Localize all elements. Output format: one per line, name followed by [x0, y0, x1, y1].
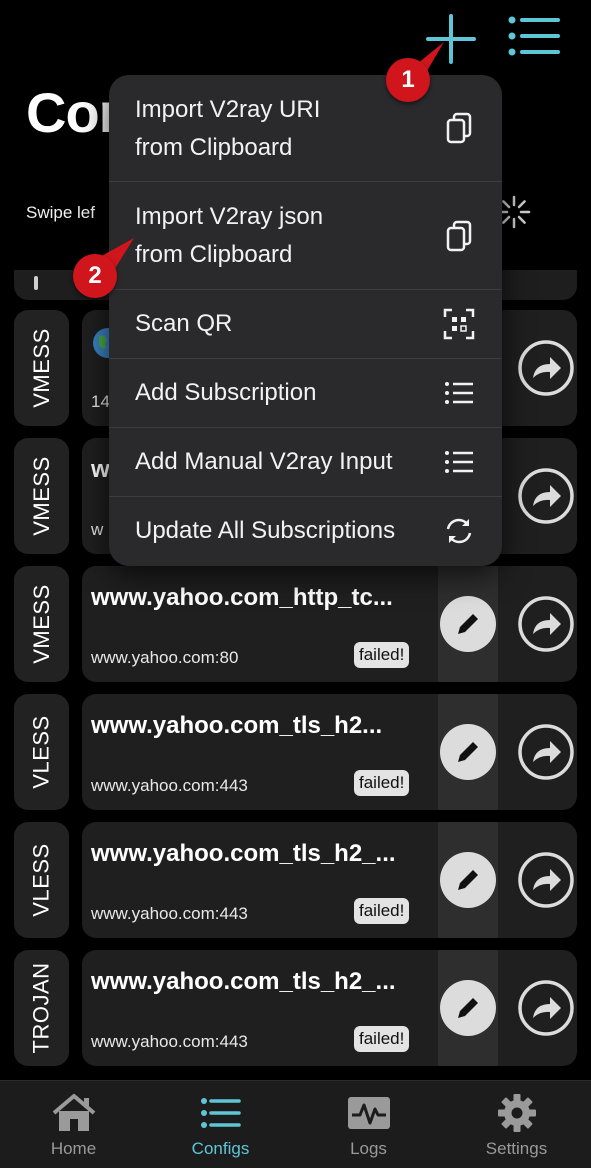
config-host: w: [91, 520, 104, 539]
config-host: 14: [91, 392, 110, 411]
clipboard-icon: [446, 112, 472, 144]
protocol-tag: VMESS: [14, 310, 69, 426]
config-host: www.yahoo.com:443: [91, 904, 248, 923]
pencil-icon: [458, 867, 481, 890]
config-row[interactable]: TROJAN www.yahoo.com_tls_h2_... www.yaho…: [14, 950, 577, 1066]
edit-button[interactable]: [438, 822, 498, 938]
clipboard-icon: [446, 220, 472, 252]
menu-item-label: from Clipboard: [135, 134, 293, 161]
menu-item-label: from Clipboard: [135, 241, 293, 268]
menu-item-scan-qr[interactable]: Scan QR: [109, 290, 502, 359]
status-badge: failed!: [354, 770, 410, 796]
share-arrow-icon: [518, 468, 574, 524]
connect-button[interactable]: [516, 850, 576, 910]
list-icon: [508, 16, 560, 56]
menu-item-label: Import V2ray json: [135, 203, 324, 230]
menu-button[interactable]: [502, 12, 564, 62]
config-name: www.yahoo.com_tls_h2_...: [91, 840, 396, 867]
sync-icon: [446, 518, 472, 544]
config-name: www.yahoo.com_tls_h2...: [91, 712, 383, 739]
pulse-icon: [347, 1097, 390, 1129]
qr-scan-icon: [443, 308, 475, 340]
protocol-tag: VLESS: [14, 822, 69, 938]
config-name: www.yahoo.com_http_tc...: [91, 584, 393, 611]
menu-item-update-subscriptions[interactable]: Update All Subscriptions: [109, 497, 502, 566]
menu-item-add-manual[interactable]: Add Manual V2ray Input: [109, 428, 502, 497]
add-config-menu: Import V2ray URI from Clipboard Import V2…: [109, 75, 502, 566]
home-icon: [52, 1094, 95, 1131]
protocol-tag: VLESS: [14, 694, 69, 810]
share-arrow-icon: [518, 724, 574, 780]
list-icon: [445, 451, 473, 473]
swipe-hint: Swipe lef: [26, 203, 95, 222]
menu-item-import-uri[interactable]: Import V2ray URI from Clipboard: [109, 75, 502, 182]
edit-button[interactable]: [438, 950, 498, 1066]
pencil-icon: [458, 995, 481, 1018]
protocol-tag: VMESS: [14, 438, 69, 554]
connect-button[interactable]: [516, 978, 576, 1038]
tab-logs[interactable]: Logs: [295, 1081, 442, 1168]
gear-icon: [497, 1094, 536, 1132]
connect-button[interactable]: [516, 466, 576, 526]
config-card[interactable]: www.yahoo.com_tls_h2_... www.yahoo.com:4…: [82, 950, 577, 1066]
config-card[interactable]: www.yahoo.com_tls_h2... www.yahoo.com:44…: [82, 694, 577, 810]
menu-item-import-json[interactable]: Import V2ray json from Clipboard: [109, 182, 502, 290]
status-badge: failed!: [354, 1026, 410, 1052]
edit-button[interactable]: [438, 694, 498, 810]
share-arrow-icon: [518, 596, 574, 652]
connect-button[interactable]: [516, 338, 576, 398]
share-arrow-icon: [518, 852, 574, 908]
share-arrow-icon: [518, 340, 574, 396]
pencil-icon: [458, 739, 481, 762]
config-host: www.yahoo.com:443: [91, 776, 248, 795]
protocol-tag: TROJAN: [14, 950, 69, 1066]
share-arrow-icon: [518, 980, 574, 1036]
config-row[interactable]: VLESS www.yahoo.com_tls_h2... www.yahoo.…: [14, 694, 577, 810]
config-card[interactable]: www.yahoo.com_http_tc... www.yahoo.com:8…: [82, 566, 577, 682]
edit-button[interactable]: [438, 566, 498, 682]
config-host: www.yahoo.com:443: [91, 1032, 248, 1051]
config-row[interactable]: VMESS www.yahoo.com_http_tc... www.yahoo…: [14, 566, 577, 682]
list-icon: [200, 1098, 241, 1128]
tab-configs[interactable]: Configs: [147, 1081, 294, 1168]
pencil-icon: [458, 611, 481, 634]
config-row[interactable]: VLESS www.yahoo.com_tls_h2_... www.yahoo…: [14, 822, 577, 938]
config-card[interactable]: www.yahoo.com_tls_h2_... www.yahoo.com:4…: [82, 822, 577, 938]
protocol-tag: VMESS: [14, 566, 69, 682]
tab-home[interactable]: Home: [0, 1081, 147, 1168]
menu-item-add-subscription[interactable]: Add Subscription: [109, 359, 502, 428]
status-badge: failed!: [354, 642, 410, 668]
connect-button[interactable]: [516, 722, 576, 782]
list-icon: [445, 382, 473, 404]
status-badge: failed!: [354, 898, 410, 924]
connect-button[interactable]: [516, 594, 576, 654]
callout-1: 1: [386, 58, 430, 102]
config-host: www.yahoo.com:80: [91, 648, 239, 667]
menu-item-label: Import V2ray URI: [135, 96, 321, 123]
tab-bar: Home Configs Logs Settings: [0, 1080, 591, 1168]
callout-2: 2: [73, 254, 117, 298]
config-name: www.yahoo.com_tls_h2_...: [91, 968, 396, 995]
tab-settings[interactable]: Settings: [443, 1081, 590, 1168]
